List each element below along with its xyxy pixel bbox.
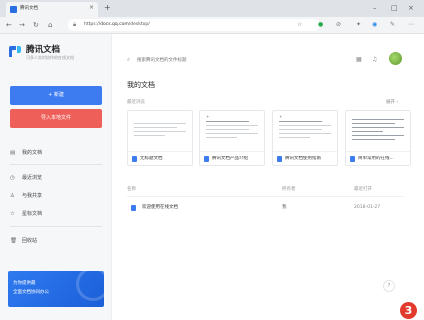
url-field[interactable]: 🔒︎ https://docs.qq.com/desktop/	[68, 19, 320, 31]
sidebar-item-recent[interactable]: ◷ 最近浏览	[10, 174, 42, 182]
expand-more-link[interactable]: 展开 ›	[386, 99, 398, 105]
home-icon[interactable]: ⌂	[48, 20, 52, 30]
doc-file-icon	[131, 205, 136, 211]
notification-bell-icon[interactable]: ♫	[372, 56, 377, 64]
recent-doc-card[interactable]: ✦ 腾讯文档使用指南	[272, 110, 338, 166]
card-title: 腾讯文档使用指南	[285, 156, 321, 161]
new-tab-button[interactable]: +	[104, 3, 111, 13]
tab-title: 腾讯文档	[20, 6, 38, 11]
promo-decoration	[76, 271, 104, 301]
help-button[interactable]: ?	[383, 280, 395, 292]
new-document-button[interactable]: + 新建	[10, 86, 102, 105]
sidebar-item-my-docs[interactable]: ▤ 我的文档	[10, 149, 42, 157]
shared-icon: ♙	[10, 193, 15, 199]
column-header-owner[interactable]: 所有者	[282, 186, 296, 192]
clock-icon: ◷	[10, 175, 15, 181]
app-subtitle: 可多人实时协作的在线文档	[26, 55, 74, 60]
star-icon: ☆	[10, 211, 15, 217]
recent-doc-card[interactable]: 无标题文档	[127, 110, 193, 166]
browser-tab-bar: 腾讯文档 × + – □ ×	[0, 0, 424, 17]
refresh-icon[interactable]: ↻	[33, 20, 39, 30]
search-icon: ⌕	[127, 57, 131, 63]
column-header-name[interactable]: 名称	[127, 186, 136, 192]
profile-icon[interactable]: ◉	[372, 21, 377, 29]
forward-arrow-icon[interactable]: →	[19, 20, 25, 30]
doc-file-icon	[277, 156, 282, 162]
recent-section-label: 最近浏览	[127, 100, 145, 105]
promo-line-1: 为你提供最	[13, 281, 36, 286]
doc-thumbnail	[352, 117, 404, 147]
table-row[interactable]: 欢迎使用在线文档 我 2018-01-27	[127, 202, 403, 214]
import-local-file-button[interactable]: 导入本地文件	[10, 109, 102, 128]
search-input[interactable]	[137, 55, 337, 65]
sidebar-item-starred[interactable]: ☆ 星标文档	[10, 210, 42, 218]
back-arrow-icon[interactable]: ←	[6, 20, 12, 30]
tencent-docs-logo-icon	[9, 46, 21, 57]
recent-doc-card[interactable]: ✦ 腾讯文档产品介绍	[199, 110, 265, 166]
promo-banner[interactable]: 为你提供最 全面文档协同办公	[8, 271, 104, 307]
row-owner: 我	[282, 205, 287, 210]
app-name: 腾讯文档	[26, 45, 61, 55]
page-title: 我的文档	[127, 81, 155, 89]
card-title: 无标题文档	[140, 156, 163, 161]
sidebar-item-trash[interactable]: 🗑︎ 回收站	[10, 237, 37, 245]
promo-line-2: 全面文档协同办公	[13, 290, 49, 295]
row-file-name: 欢迎使用在线文档	[142, 205, 178, 210]
sidebar-divider	[10, 164, 102, 165]
close-window-button[interactable]: ×	[408, 3, 414, 13]
grid-view-icon[interactable]: ▦	[356, 56, 362, 64]
document-icon: ▤	[10, 150, 16, 156]
lock-icon: 🔒︎	[73, 21, 77, 28]
doc-file-icon	[204, 156, 209, 162]
trash-icon: 🗑︎	[10, 238, 17, 244]
maximize-button[interactable]: □	[391, 3, 398, 13]
card-title: 简单常用的在线...	[358, 156, 394, 161]
search-bar: ⌕	[127, 55, 347, 65]
extension-shield-icon[interactable]: ●	[318, 21, 323, 29]
row-date: 2018-01-27	[354, 205, 381, 210]
minimize-button[interactable]: –	[373, 3, 377, 13]
tab-close-icon[interactable]: ×	[89, 4, 94, 11]
sidebar-item-shared[interactable]: ♙ 与我共享	[10, 192, 42, 200]
doc-thumbnail	[134, 117, 186, 147]
doc-thumbnail: ✦	[206, 114, 258, 147]
tencent-docs-favicon-icon	[10, 6, 17, 13]
column-header-date[interactable]: 最近打开	[354, 186, 372, 192]
favorites-icon[interactable]: ✦	[356, 21, 361, 29]
browser-tab[interactable]: 腾讯文档 ×	[6, 2, 98, 17]
list-divider	[127, 196, 403, 197]
pen-icon[interactable]: ✎	[390, 21, 395, 29]
pin-icon: ✦	[279, 114, 283, 119]
doc-file-icon	[350, 156, 355, 162]
address-bar-row: ← → ↻ ⌂ 🔒︎ https://docs.qq.com/desktop/ …	[0, 17, 424, 34]
card-title: 腾讯文档产品介绍	[212, 156, 248, 161]
avatar[interactable]	[389, 52, 402, 65]
step-number-badge: 3	[400, 302, 417, 319]
pin-icon: ✦	[206, 114, 210, 119]
reading-view-icon[interactable]: ⊘	[336, 21, 341, 29]
doc-thumbnail: ✦	[279, 114, 331, 147]
doc-file-icon	[132, 156, 137, 162]
more-menu-icon[interactable]: ⋯	[408, 21, 414, 29]
bookmark-star-icon[interactable]: ☆	[297, 21, 302, 29]
sidebar: 腾讯文档 可多人实时协作的在线文档 + 新建 导入本地文件 ▤ 我的文档 ◷ 最近浏…	[0, 34, 112, 320]
url-text: https://docs.qq.com/desktop/	[84, 22, 150, 27]
sidebar-divider	[10, 226, 102, 227]
recent-doc-card[interactable]: 简单常用的在线...	[345, 110, 411, 166]
